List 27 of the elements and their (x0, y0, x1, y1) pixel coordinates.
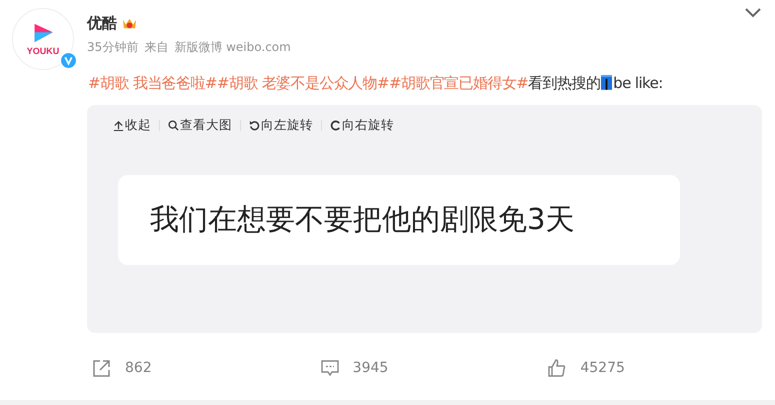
image-tool-link[interactable]: 向左旋转 (249, 117, 313, 134)
avatar-logo-text: YOUKU (26, 46, 60, 56)
rotate-left-icon (249, 120, 260, 131)
chevron-down-icon[interactable] (745, 8, 761, 18)
action-count[interactable]: 45275 (580, 360, 625, 376)
collapse-icon (113, 120, 124, 131)
action-count[interactable]: 3945 (352, 360, 388, 376)
image-caption: 我们在想要不要把他的剧限免3天 (150, 201, 574, 238)
search-icon (168, 120, 179, 131)
image-tool-link[interactable]: 查看大图 (168, 117, 232, 134)
hashtag-link[interactable]: #胡歌 我当爸爸啦# (88, 74, 217, 92)
hashtag-link[interactable]: #胡歌 老婆不是公众人物# (216, 74, 390, 92)
post-text: #胡歌 我当爸爸啦##胡歌 老婆不是公众人物##胡歌官宣已婚得女#看到热搜的 be like: (88, 74, 664, 93)
source-label: 来自 (144, 39, 168, 56)
source-link[interactable]: 新版微博 weibo.com (174, 39, 291, 56)
action-count[interactable]: 862 (125, 360, 152, 376)
thumbs-up-icon[interactable] (547, 358, 568, 378)
hashtag-link[interactable]: #胡歌官宣已婚得女# (389, 74, 528, 92)
rotate-right-icon (330, 120, 341, 131)
jeans-icon (601, 75, 612, 90)
avatar[interactable]: YOUKU (12, 8, 74, 70)
author-name[interactable]: 优酷 (87, 14, 117, 33)
comment-icon[interactable] (320, 358, 340, 378)
image-tool-link[interactable]: 向右旋转 (330, 117, 394, 134)
post-time[interactable]: 35分钟前 (87, 39, 138, 56)
share-icon[interactable] (92, 358, 112, 378)
image-tool-link[interactable]: 收起 (113, 117, 151, 134)
